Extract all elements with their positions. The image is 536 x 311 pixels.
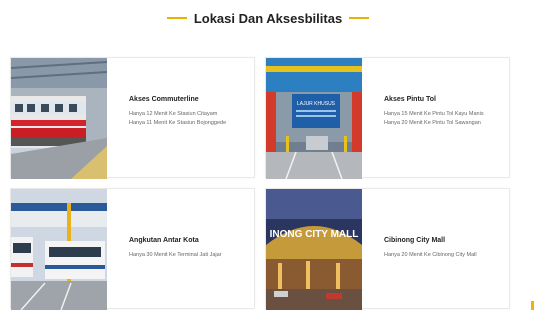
section-title: Lokasi Dan Aksesbilitas xyxy=(193,10,343,26)
title-line-left xyxy=(166,17,187,19)
card-line: Hanya 12 Menit Ke Stasiun Citayam xyxy=(129,111,218,117)
svg-text:LAJUR KHUSUS: LAJUR KHUSUS xyxy=(297,101,336,107)
bus-terminal-photo xyxy=(11,189,107,310)
card-line: Hanya 20 Menit Ke Pintu Tol Sawangan xyxy=(384,120,481,126)
section-header: Lokasi Dan Aksesbilitas xyxy=(0,9,536,27)
card-line: Hanya 20 Menit Ke Cibinong City Mall xyxy=(384,252,477,258)
svg-text:INONG CITY MALL: INONG CITY MALL xyxy=(270,229,359,240)
card-commuterline: Akses Commuterline Hanya 12 Menit Ke Sta… xyxy=(10,57,255,179)
card-title: Angkutan Antar Kota xyxy=(129,237,199,244)
scroll-accent xyxy=(531,301,534,310)
card-title: Akses Commuterline xyxy=(129,96,199,103)
card-title: Akses Pintu Tol xyxy=(384,96,436,103)
toll-gate-photo: LAJUR KHUSUS xyxy=(266,58,362,179)
card-title: Cibinong City Mall xyxy=(384,237,446,244)
card-bus: Angkutan Antar Kota Hanya 30 Menit Ke Te… xyxy=(10,188,255,310)
card-line: Hanya 15 Menit Ke Pintu Tol Kayu Manis xyxy=(384,111,484,117)
card-line: Hanya 11 Menit Ke Stasiun Bojonggede xyxy=(129,120,227,126)
commuter-train-photo xyxy=(11,58,107,179)
card-toll: LAJUR KHUSUS Akses Pintu Tol Hanya 15 Me… xyxy=(265,57,510,179)
title-line-right xyxy=(349,17,370,19)
mall-photo: INONG CITY MALL xyxy=(266,189,362,310)
card-line: Hanya 30 Menit Ke Terminal Jati Jajar xyxy=(129,252,222,258)
card-mall: INONG CITY MALL Cibinong City Mall Hanya… xyxy=(265,188,510,310)
